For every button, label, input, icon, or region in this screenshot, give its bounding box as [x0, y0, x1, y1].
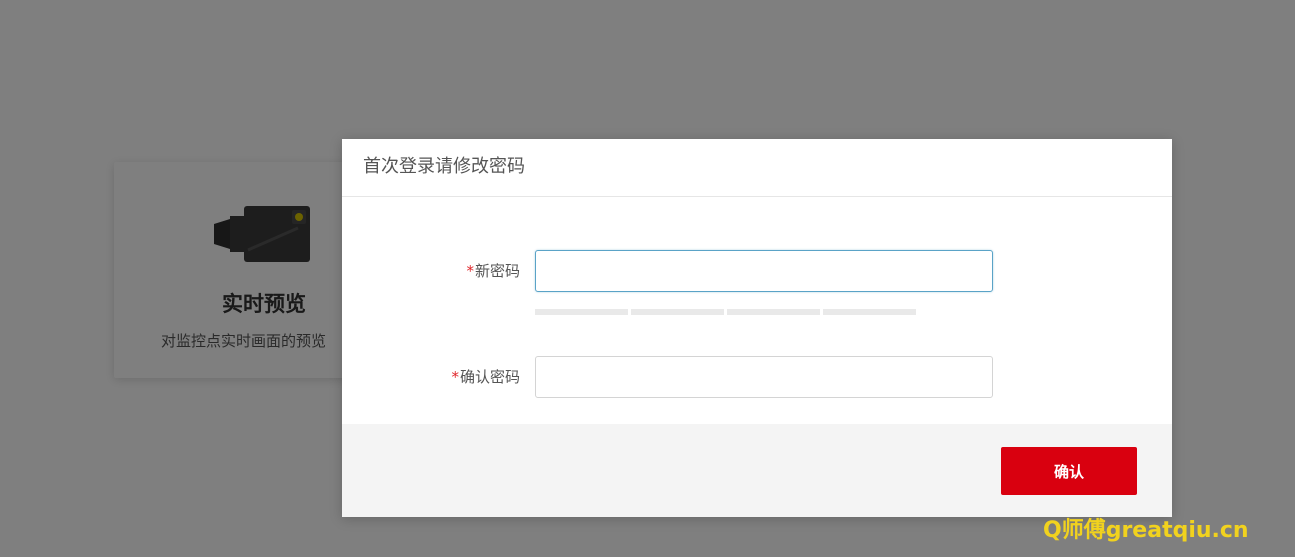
- password-strength-meter: [535, 309, 935, 315]
- new-password-label: *新密码: [466, 250, 520, 292]
- strength-segment: [631, 309, 724, 315]
- confirm-password-input[interactable]: [535, 356, 993, 398]
- required-mark: *: [451, 368, 459, 386]
- change-password-dialog: 首次登录请修改密码 *新密码 *确认密码 确认: [342, 139, 1172, 517]
- dialog-footer: 确认: [342, 424, 1172, 517]
- strength-segment: [823, 309, 916, 315]
- confirm-password-row: *确认密码: [342, 356, 1172, 398]
- dialog-title: 首次登录请修改密码: [342, 139, 1172, 197]
- confirm-password-label-text: 确认密码: [459, 368, 520, 386]
- new-password-input[interactable]: [535, 250, 993, 292]
- confirm-button[interactable]: 确认: [1001, 447, 1137, 495]
- strength-segment: [535, 309, 628, 315]
- watermark: Q师傅greatqiu.cn: [1043, 518, 1249, 543]
- new-password-row: *新密码: [342, 250, 1172, 292]
- confirm-password-label: *确认密码: [451, 356, 520, 398]
- required-mark: *: [466, 262, 474, 280]
- strength-segment: [727, 309, 820, 315]
- new-password-label-text: 新密码: [474, 262, 520, 280]
